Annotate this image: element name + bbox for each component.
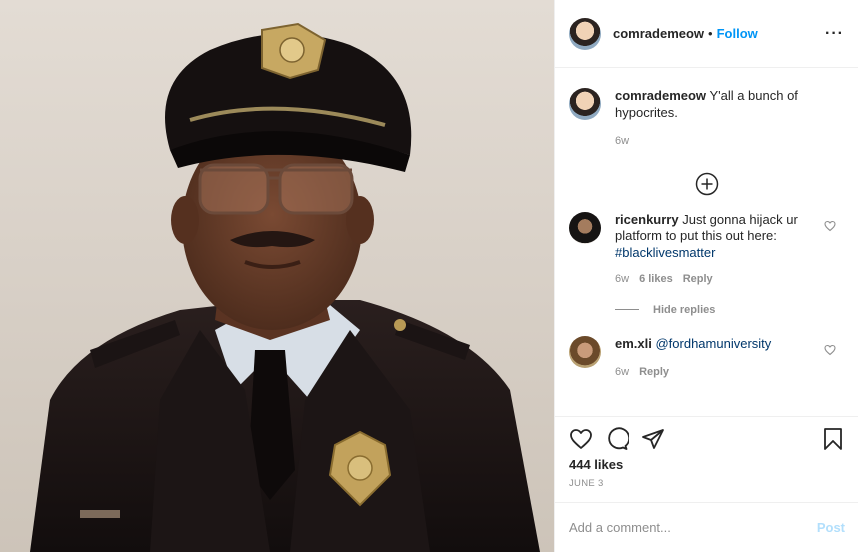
comment-item: ricenkurry Just gonna hijack ur platform…: [569, 211, 844, 288]
like-heart-icon[interactable]: [569, 427, 593, 451]
comment-time[interactable]: 6w: [615, 271, 629, 288]
plus-circle-icon[interactable]: [695, 172, 719, 196]
like-comment-heart-icon[interactable]: [824, 344, 836, 356]
comments-list[interactable]: comrademeow Y'all a bunch of hypocrites.…: [555, 68, 858, 416]
comment-item: em.xli @fordhamuniversity 6w Reply: [569, 335, 844, 381]
caption: comrademeow Y'all a bunch of hypocrites.…: [569, 88, 844, 150]
caption-username[interactable]: comrademeow: [615, 88, 706, 103]
likes-count[interactable]: 444 likes: [569, 457, 845, 472]
comment-time[interactable]: 6w: [615, 364, 629, 381]
author-username[interactable]: comrademeow: [613, 26, 704, 41]
reply-button[interactable]: Reply: [639, 364, 669, 381]
like-comment-heart-icon[interactable]: [824, 220, 836, 232]
post-date[interactable]: JUNE 3: [569, 478, 845, 489]
commenter-avatar[interactable]: [569, 211, 601, 244]
hashtag-link[interactable]: #blacklivesmatter: [615, 245, 715, 260]
comment-username[interactable]: em.xli: [615, 336, 652, 351]
comment-bubble-icon[interactable]: [605, 427, 629, 451]
post-side-panel: comrademeow • Follow ··· comrademeow Y'a…: [554, 0, 858, 552]
comment-username[interactable]: ricenkurry: [615, 212, 679, 227]
share-paper-plane-icon[interactable]: [641, 427, 665, 451]
load-more-comments[interactable]: [569, 172, 844, 196]
author-avatar[interactable]: [569, 17, 601, 50]
comment-likes[interactable]: 6 likes: [639, 271, 673, 288]
mention-link[interactable]: @fordhamuniversity: [655, 336, 771, 351]
caption-time[interactable]: 6w: [615, 133, 629, 150]
hide-replies-label[interactable]: Hide replies: [653, 304, 715, 316]
reply-button[interactable]: Reply: [683, 271, 713, 288]
post-comment-button[interactable]: Post: [817, 520, 845, 535]
separator-dot: •: [708, 26, 713, 41]
caption-avatar[interactable]: [569, 88, 601, 120]
save-bookmark-icon[interactable]: [821, 427, 845, 451]
comment-input[interactable]: [569, 520, 817, 535]
officer-portrait-image: [30, 22, 540, 552]
commenter-avatar[interactable]: [569, 335, 601, 368]
more-options-icon[interactable]: ···: [825, 25, 844, 43]
post-header: comrademeow • Follow ···: [555, 0, 858, 68]
add-comment-bar: Post: [555, 502, 858, 552]
post-actions: 444 likes JUNE 3: [555, 416, 858, 502]
post-photo[interactable]: [0, 0, 554, 552]
hide-replies-button[interactable]: Hide replies: [615, 304, 844, 316]
replies-divider-line: [615, 309, 639, 310]
follow-button[interactable]: Follow: [717, 26, 758, 41]
